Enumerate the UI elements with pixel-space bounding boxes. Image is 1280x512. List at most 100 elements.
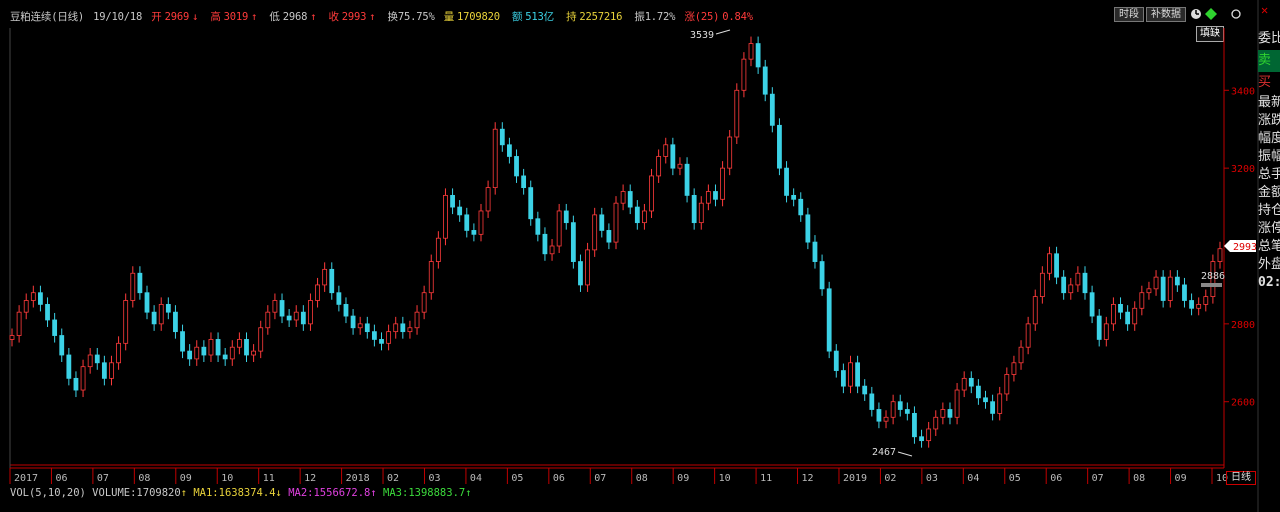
candle [784,161,789,203]
date-tick-label: 07 [97,473,109,484]
panel-row-2: 买 [1258,75,1272,90]
candle [492,122,498,195]
candle [578,254,583,292]
candle [1075,266,1081,292]
candle [322,262,328,292]
candle [251,344,257,363]
candle [1061,270,1067,300]
candle [904,402,910,421]
candle [1068,277,1074,300]
date-tick-label: 07 [1092,473,1104,484]
candle [734,83,740,145]
candle [1032,289,1038,331]
candle [819,254,825,296]
candle [507,137,512,164]
candle [649,168,654,218]
candle [400,316,406,339]
candle [52,312,58,343]
candle [1174,270,1180,292]
candle [848,355,853,394]
candle [1153,270,1159,296]
candle [1103,316,1109,347]
candle [73,371,79,398]
period-selector[interactable]: 日线 [1226,471,1256,485]
candle [620,184,626,211]
candle [748,36,754,67]
candle [720,161,725,207]
candle [16,305,22,343]
date-tick-label: 04 [470,473,482,484]
candle [961,371,967,398]
candle [464,207,470,238]
high-annotation: 3539 [690,29,731,41]
candle [727,129,733,176]
candle [45,297,50,327]
candle [812,235,818,269]
candle [926,421,932,448]
date-tick-label: 05 [511,473,523,484]
candle [777,118,782,176]
candle [236,332,242,355]
candle [101,355,107,386]
panel-row-5: 幅度 [1258,131,1280,146]
candle [158,297,164,331]
candle [222,347,228,366]
candle [634,200,640,230]
price-tick-label: 3200 [1231,164,1255,175]
candle [855,355,860,394]
candle [613,196,619,250]
candle [1018,340,1024,370]
candle [59,328,65,363]
panel-row-10: 涨停 [1258,221,1280,236]
candle [116,336,121,370]
date-tick-label: 04 [967,473,979,484]
candle [371,324,377,347]
date-tick-label: 09 [677,473,689,484]
candle [428,254,434,300]
candle [130,266,136,308]
candle [450,188,455,215]
candle [187,344,193,366]
ma1-value: MA1:1638374.4 [193,487,276,499]
candle [535,211,541,242]
candle [1054,246,1059,285]
candle [1047,246,1052,281]
candle [912,406,917,444]
volume-indicator-line: VOL(5,10,20) VOLUME:1709820↑ MA1:1638374… [10,487,472,499]
panel-row-3: 最新 [1258,95,1280,110]
candle [563,203,569,230]
candle [549,238,555,261]
date-tick-label: 02 [884,473,896,484]
candles-layer [9,36,1223,448]
candle [1096,309,1102,347]
panel-row-6: 振幅 [1258,149,1280,164]
candle [499,122,505,152]
candle [769,87,775,133]
current-price-tag: 2993 [1224,240,1258,253]
candle [990,394,996,421]
candle [194,340,200,366]
candle [1011,355,1017,382]
panel-row-9: 持仓 [1258,203,1280,218]
date-tick-label: 2018 [346,473,370,484]
candle [570,215,576,269]
candle [599,207,605,238]
candle [478,203,484,242]
candle [606,223,612,250]
date-tick-label: 09 [1175,473,1187,484]
close-icon[interactable]: ✕ [1261,3,1268,17]
candle [336,285,342,312]
candle [386,324,392,351]
candle [279,293,285,324]
date-tick-label: 06 [1050,473,1062,484]
candle [983,390,988,409]
price-marker: 2886 [1201,271,1225,287]
candle [684,157,690,203]
candle [1132,301,1138,331]
candle [286,309,292,327]
candle [87,347,93,374]
candle [1160,270,1166,308]
candle [1118,297,1123,320]
date-tick-label: 10 [221,473,233,484]
candle [30,285,36,308]
